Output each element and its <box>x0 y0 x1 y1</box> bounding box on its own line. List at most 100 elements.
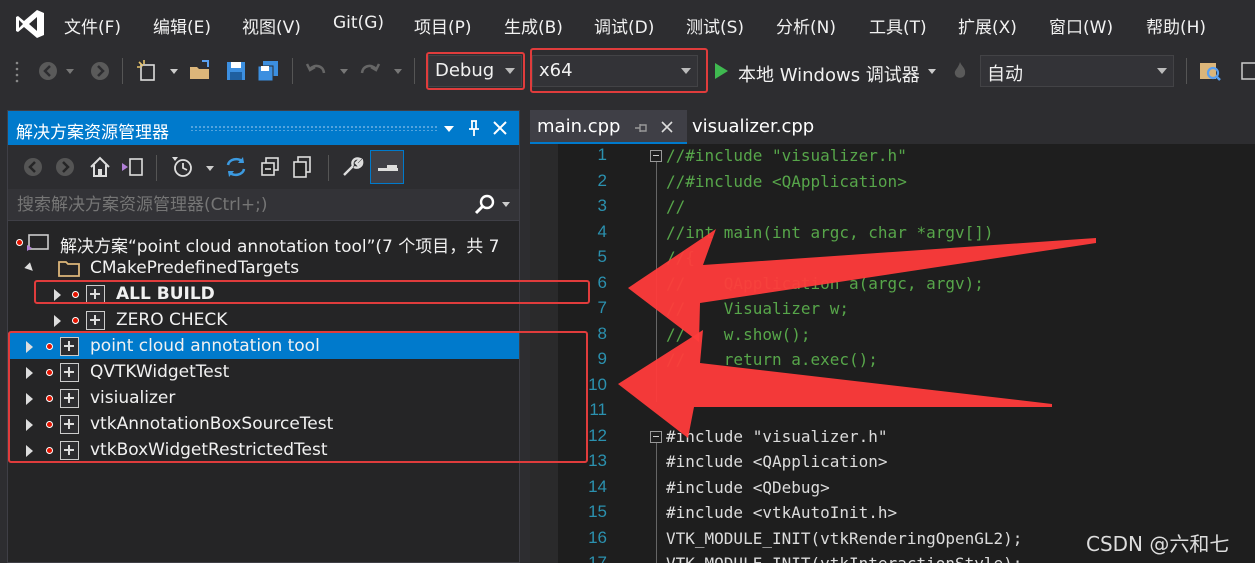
menu-view[interactable]: 视图(V) <box>242 13 301 38</box>
menu-file[interactable]: 文件(F) <box>64 13 121 38</box>
collapse-all-icon[interactable] <box>258 155 282 179</box>
pin-icon[interactable] <box>466 119 482 137</box>
menu-test[interactable]: 测试(S) <box>686 13 744 38</box>
undo-icon[interactable] <box>304 59 328 83</box>
toolbar-grip-icon[interactable] <box>14 59 24 83</box>
pending-changes-filter-icon[interactable] <box>170 155 194 179</box>
menu-window[interactable]: 窗口(W) <box>1049 13 1113 38</box>
collapse-region-icon[interactable] <box>650 150 662 162</box>
code-text: // <box>666 197 686 216</box>
solution-node[interactable]: 解决方案“point cloud annotation tool”(7 个项目，… <box>8 229 519 257</box>
back-icon[interactable] <box>22 156 44 178</box>
watermark: CSDN @六和七 <box>1086 532 1230 556</box>
folder-node[interactable]: CMakePredefinedTargets <box>8 255 519 281</box>
menu-edit[interactable]: 编辑(E) <box>153 13 211 38</box>
line-number: 14 <box>588 476 607 496</box>
solution-explorer-toolbar <box>8 145 519 189</box>
menu-build[interactable]: 生成(B) <box>504 13 563 38</box>
menu-bar: 文件(F) 编辑(E) 视图(V) Git(G) 项目(P) 生成(B) 调试(… <box>0 0 1255 50</box>
titlebar-grip <box>190 125 438 131</box>
tab-visualizer-cpp[interactable]: visualizer.cpp <box>687 110 817 144</box>
expand-triangle-icon[interactable] <box>54 315 61 327</box>
pin-tab-icon[interactable] <box>634 122 648 134</box>
home-icon[interactable] <box>88 155 112 179</box>
line-number: 3 <box>597 196 607 215</box>
debug-target-select[interactable]: 自动 <box>980 55 1174 87</box>
menu-git[interactable]: Git(G) <box>333 13 384 33</box>
sync-icon[interactable] <box>224 155 248 179</box>
tab-label: main.cpp <box>537 116 621 137</box>
toolbar-separator <box>156 155 157 181</box>
open-file-icon[interactable] <box>188 59 212 83</box>
code-text: #include <vtkAutoInit.h> <box>666 503 898 522</box>
visual-studio-logo-icon[interactable] <box>14 8 46 40</box>
code-line: 8 // w.show(); <box>530 323 1255 349</box>
toolbar-separator <box>292 58 293 84</box>
properties-wrench-icon[interactable] <box>340 155 364 179</box>
code-text: #include "visualizer.h" <box>666 426 888 446</box>
code-line: 2 //#include <QApplication> <box>530 170 1255 196</box>
line-number: 17 <box>588 553 607 563</box>
code-text: // QApplication a(argc, argv); <box>666 273 984 293</box>
toolbar-overflow-icon[interactable] <box>1238 59 1255 83</box>
show-all-files-icon[interactable] <box>290 155 314 179</box>
debug-target-value: 自动 <box>987 64 1023 85</box>
code-line: 15 #include <vtkAutoInit.h> <box>530 501 1255 527</box>
new-dropdown-icon[interactable] <box>170 69 178 74</box>
menu-analyze[interactable]: 分析(N) <box>776 13 836 38</box>
hot-reload-icon[interactable] <box>948 59 972 83</box>
code-text: // Visualizer w; <box>666 299 850 318</box>
filter-dropdown-icon[interactable] <box>206 166 214 171</box>
code-text: //int main(int argc, char *argv[]) <box>666 222 994 242</box>
forward-icon[interactable] <box>54 156 76 178</box>
annotation-box-projects <box>8 331 588 463</box>
redo-dropdown-icon[interactable] <box>394 69 402 74</box>
new-project-icon[interactable] <box>136 59 160 83</box>
tab-main-cpp[interactable]: main.cpp <box>530 110 687 144</box>
toolbar-separator <box>1186 58 1187 84</box>
collapse-region-icon[interactable] <box>650 430 662 443</box>
error-marker-icon <box>16 239 23 246</box>
start-debugging-icon[interactable] <box>712 61 730 81</box>
navigate-back-icon[interactable] <box>36 59 60 83</box>
menu-help[interactable]: 帮助(H) <box>1146 13 1206 38</box>
search-options-icon[interactable] <box>502 202 510 207</box>
switch-views-icon[interactable] <box>120 155 146 179</box>
project-node-zero-check[interactable]: ZERO CHECK <box>8 307 519 333</box>
close-tab-icon[interactable] <box>660 120 674 134</box>
code-line: 10 <box>530 374 1255 400</box>
save-all-icon[interactable] <box>256 59 280 83</box>
annotation-box-all-build <box>34 280 590 304</box>
find-in-files-icon[interactable] <box>1198 59 1222 83</box>
save-icon[interactable] <box>224 59 248 83</box>
solution-search-box[interactable] <box>8 189 519 221</box>
chevron-down-icon <box>1157 68 1167 74</box>
menu-debug[interactable]: 调试(D) <box>594 13 654 38</box>
search-icon[interactable] <box>474 194 496 216</box>
code-text: //#include "visualizer.h" <box>666 146 907 165</box>
redo-icon[interactable] <box>358 59 382 83</box>
toolbar-separator <box>122 58 123 84</box>
debugger-dropdown-icon[interactable] <box>928 69 936 74</box>
navigate-forward-icon[interactable] <box>88 59 112 83</box>
back-dropdown-icon[interactable] <box>66 69 74 74</box>
expanded-triangle-icon[interactable] <box>24 262 36 274</box>
error-marker-icon <box>72 317 79 324</box>
menu-extensions[interactable]: 扩展(X) <box>958 13 1017 38</box>
code-line: 6 // QApplication a(argc, argv); <box>530 272 1255 298</box>
code-line: 3 // <box>530 195 1255 221</box>
preview-selected-items-button[interactable] <box>370 150 404 184</box>
tab-label: visualizer.cpp <box>692 116 815 137</box>
solution-explorer-titlebar[interactable]: 解决方案资源管理器 <box>8 111 519 145</box>
undo-dropdown-icon[interactable] <box>340 69 348 74</box>
start-debugger-button[interactable]: 本地 Windows 调试器 <box>738 61 920 87</box>
menu-tools[interactable]: 工具(T) <box>869 13 927 38</box>
menu-project[interactable]: 项目(P) <box>414 13 472 38</box>
solution-search-input[interactable] <box>8 189 468 220</box>
window-menu-icon[interactable] <box>444 126 454 132</box>
annotation-box-config <box>426 52 525 90</box>
code-editor[interactable]: 1 //#include "visualizer.h" 2 //#include… <box>530 144 1255 563</box>
code-line: 4 //int main(int argc, char *argv[]) <box>530 221 1255 247</box>
code-line: 13 #include <QApplication> <box>530 450 1255 476</box>
close-icon[interactable] <box>492 120 508 136</box>
